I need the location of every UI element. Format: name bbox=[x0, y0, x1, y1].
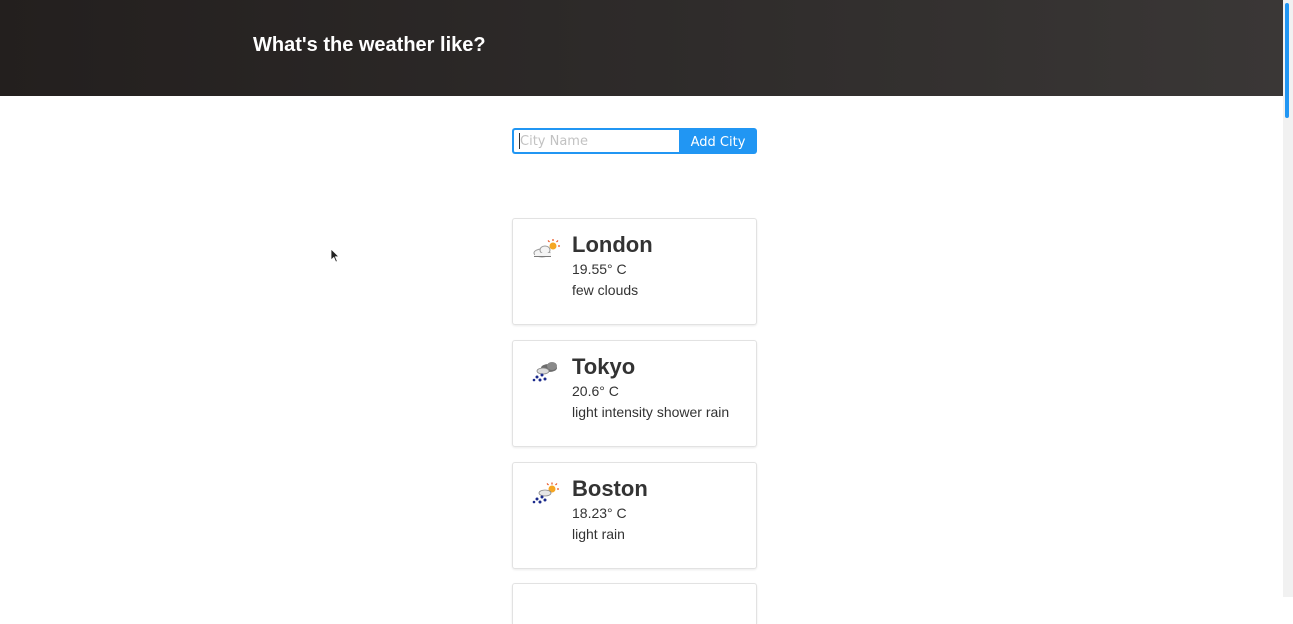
city-temperature: 18.23° C bbox=[572, 505, 627, 521]
city-name: London bbox=[572, 232, 653, 257]
add-city-button[interactable]: Add City bbox=[679, 128, 757, 154]
page-title: What's the weather like? bbox=[253, 34, 486, 56]
city-temperature: 19.55° C bbox=[572, 261, 627, 277]
few-clouds-icon bbox=[533, 239, 560, 258]
header-bar: What's the weather like? bbox=[0, 0, 1283, 96]
text-caret bbox=[519, 133, 520, 149]
city-card-partial bbox=[512, 583, 757, 624]
city-temperature: 20.6° C bbox=[572, 383, 619, 399]
city-name-input[interactable] bbox=[512, 128, 679, 154]
city-weather-description: light intensity shower rain bbox=[572, 404, 730, 420]
add-city-form: Add City bbox=[512, 128, 757, 154]
light-rain-icon bbox=[532, 482, 559, 504]
city-name: Tokyo bbox=[572, 354, 636, 379]
city-name: Boston bbox=[572, 476, 648, 501]
scrollbar-thumb[interactable] bbox=[1285, 3, 1289, 118]
city-card-london: London 19.55° C few clouds bbox=[512, 218, 757, 325]
mouse-cursor-icon bbox=[330, 248, 340, 263]
city-card-tokyo: Tokyo 20.6° C light intensity shower rai… bbox=[512, 340, 757, 447]
city-card-boston: Boston 18.23° C light rain bbox=[512, 462, 757, 569]
city-weather-description: light rain bbox=[572, 526, 625, 542]
city-weather-description: few clouds bbox=[572, 282, 639, 298]
shower-rain-icon bbox=[532, 362, 557, 382]
